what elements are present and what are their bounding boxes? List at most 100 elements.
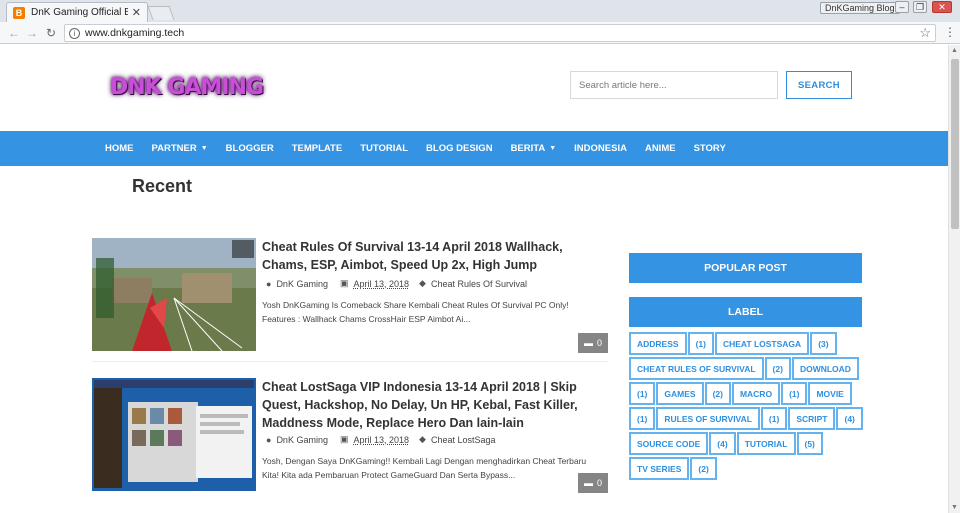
browser-menu-icon[interactable]: ⋮ xyxy=(944,25,956,39)
close-tab-icon[interactable]: ✕ xyxy=(132,6,141,19)
nav-item-partner[interactable]: PARTNER ▼ xyxy=(152,143,208,154)
label-name[interactable]: SCRIPT xyxy=(788,407,836,430)
bookmark-star-icon[interactable]: ☆ xyxy=(919,25,931,41)
url-text[interactable]: www.dnkgaming.tech xyxy=(85,27,184,39)
comment-icon: ▬ xyxy=(583,338,593,348)
nav-item-template[interactable]: TEMPLATE xyxy=(292,143,343,154)
label-count: (1) xyxy=(629,407,656,430)
label-name[interactable]: ADDRESS xyxy=(629,332,687,355)
label-count: (4) xyxy=(709,432,736,455)
new-tab-button[interactable] xyxy=(147,6,175,20)
nav-label: TEMPLATE xyxy=(291,143,343,154)
comment-count-badge[interactable]: ▬ 0 xyxy=(578,473,608,493)
post-date[interactable]: April 13, 2018 xyxy=(353,279,409,289)
post-label[interactable]: Cheat LostSaga xyxy=(431,435,496,445)
user-icon: ● xyxy=(266,434,272,445)
back-arrow-icon[interactable]: ← xyxy=(8,26,20,40)
nav-label: BERITA xyxy=(510,143,546,154)
post-title[interactable]: Cheat LostSaga VIP Indonesia 13-14 April… xyxy=(262,378,608,432)
window-close-icon[interactable]: ✕ xyxy=(932,1,952,13)
search-input[interactable] xyxy=(570,71,778,99)
label-count: (2) xyxy=(764,357,791,380)
post-author[interactable]: DnK Gaming xyxy=(276,435,328,445)
nav-item-blogger[interactable]: BLOGGER xyxy=(226,143,274,154)
nav-label: PARTNER xyxy=(151,143,197,154)
reload-icon[interactable]: ↻ xyxy=(46,26,56,40)
nav-item-story[interactable]: STORY xyxy=(694,143,726,154)
blogger-favicon-icon: B xyxy=(13,6,25,19)
label-name[interactable]: MACRO xyxy=(731,382,781,405)
label-name[interactable]: MOVIE xyxy=(808,382,852,405)
popular-post-heading: POPULAR POST xyxy=(629,253,862,283)
post-excerpt: Yosh DnKGaming Is Comeback Share Kembali… xyxy=(262,300,569,324)
url-field[interactable]: i www.dnkgaming.tech ☆ xyxy=(64,24,936,42)
label-count: (5) xyxy=(796,432,823,455)
post-meta: ● DnK Gaming ▣ April 13, 2018 ◆ Cheat Lo… xyxy=(266,434,496,445)
address-bar: ← → ↻ i www.dnkgaming.tech ☆ ⋮ xyxy=(0,22,960,44)
post-thumbnail[interactable] xyxy=(92,378,256,491)
nav-item-home[interactable]: HOME xyxy=(105,143,134,154)
scroll-thumb[interactable] xyxy=(951,59,959,229)
tag-icon: ◆ xyxy=(419,278,426,288)
post-date[interactable]: April 13, 2018 xyxy=(353,435,409,445)
label-name[interactable]: CHEAT LOSTSAGA xyxy=(714,332,810,355)
post-meta: ● DnK Gaming ▣ April 13, 2018 ◆ Cheat Ru… xyxy=(266,278,527,289)
page-scrollbar[interactable]: ▲ ▼ xyxy=(948,45,960,513)
browser-tab[interactable]: B DnK Gaming Official Blogger ✕ xyxy=(6,2,148,22)
tag-icon: ◆ xyxy=(419,434,426,444)
label-count: (2) xyxy=(690,457,717,480)
main-nav: HOME PARTNER ▼ BLOGGER TEMPLATE TUTORIAL … xyxy=(0,131,948,166)
chevron-down-icon: ▼ xyxy=(549,145,557,152)
tab-title: DnK Gaming Official Blogger xyxy=(31,7,128,18)
nav-item-tutorial[interactable]: TUTORIAL xyxy=(360,143,408,154)
label-name[interactable]: GAMES xyxy=(656,382,704,405)
nav-label: TUTORIAL xyxy=(360,143,409,154)
label-cloud: ADDRESS (1) CHEAT LOSTSAGA (3) CHEAT RUL… xyxy=(629,332,865,482)
nav-item-berita[interactable]: BERITA ▼ xyxy=(511,143,557,154)
label-name[interactable]: TV SERIES xyxy=(629,457,690,480)
scroll-down-icon[interactable]: ▼ xyxy=(951,504,958,511)
user-icon: ● xyxy=(266,278,272,289)
nav-label: BLOG DESIGN xyxy=(426,143,493,154)
label-name[interactable]: DOWNLOAD xyxy=(791,357,859,380)
post-card: Cheat LostSaga VIP Indonesia 13-14 April… xyxy=(92,378,608,496)
label-name[interactable]: RULES OF SURVIVAL xyxy=(656,407,760,430)
label-count: (1) xyxy=(687,332,714,355)
calendar-icon: ▣ xyxy=(339,434,349,444)
nav-item-blog-design[interactable]: BLOG DESIGN xyxy=(426,143,493,154)
section-title: Recent xyxy=(132,176,193,196)
label-count: (4) xyxy=(836,407,863,430)
comment-count-badge[interactable]: ▬ 0 xyxy=(578,333,608,353)
web-page: DNK GAMING SEARCH HOME PARTNER▼ BLOGGER … xyxy=(0,45,948,513)
label-count: (3) xyxy=(810,332,837,355)
comment-count: 0 xyxy=(596,338,602,348)
site-logo[interactable]: DNK GAMING xyxy=(110,75,264,100)
nav-item-indonesia[interactable]: INDONESIA xyxy=(574,143,627,154)
post-card: Cheat Rules Of Survival 13-14 April 2018… xyxy=(92,238,608,356)
minimize-icon[interactable]: – xyxy=(895,1,909,13)
label-name[interactable]: TUTORIAL xyxy=(736,432,796,455)
nav-label: BLOGGER xyxy=(225,143,274,154)
profile-button[interactable]: DnKGaming Blog xyxy=(820,2,900,14)
post-label[interactable]: Cheat Rules Of Survival xyxy=(431,279,527,289)
label-name[interactable]: CHEAT RULES OF SURVIVAL xyxy=(629,357,764,380)
nav-label: INDONESIA xyxy=(574,143,627,154)
info-icon[interactable]: i xyxy=(69,27,80,39)
nav-label: ANIME xyxy=(644,143,676,154)
post-thumbnail[interactable] xyxy=(92,238,256,351)
post-title[interactable]: Cheat Rules Of Survival 13-14 April 2018… xyxy=(262,238,608,274)
restore-icon[interactable]: ❐ xyxy=(913,1,927,13)
forward-arrow-icon[interactable]: → xyxy=(26,26,38,40)
search-button[interactable]: SEARCH xyxy=(786,71,852,99)
post-excerpt: Yosh, Dengan Saya DnKGaming!! Kembali La… xyxy=(262,456,587,480)
post-author[interactable]: DnK Gaming xyxy=(276,279,328,289)
nav-item-anime[interactable]: ANIME xyxy=(645,143,676,154)
chevron-down-icon: ▼ xyxy=(200,145,208,152)
comment-count: 0 xyxy=(596,478,602,488)
comment-icon: ▬ xyxy=(583,478,593,488)
label-count: (1) xyxy=(781,382,808,405)
label-count: (1) xyxy=(760,407,788,430)
scroll-up-icon[interactable]: ▲ xyxy=(951,47,958,54)
label-name[interactable]: SOURCE CODE xyxy=(629,432,709,455)
label-count: (1) xyxy=(629,382,656,405)
